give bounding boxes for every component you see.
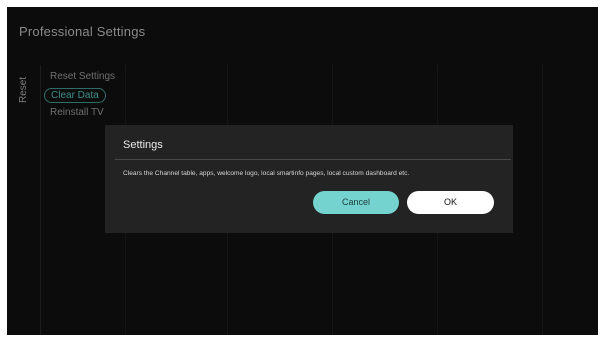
menu-item-label: Reinstall TV — [50, 107, 104, 118]
cancel-button[interactable]: Cancel — [313, 191, 399, 214]
page-title: Professional Settings — [19, 24, 146, 39]
side-divider — [40, 65, 41, 335]
background-grid-line — [542, 65, 543, 335]
ok-button[interactable]: OK — [407, 191, 494, 214]
dialog-title: Settings — [123, 139, 163, 151]
side-tab-label: Reset — [18, 76, 29, 103]
menu-item-reset-settings[interactable]: Reset Settings — [44, 68, 164, 85]
settings-menu: Reset Settings Clear Data Reinstall TV — [44, 68, 164, 121]
tv-screen: Professional Settings Reset Reset Settin… — [7, 7, 598, 335]
menu-item-clear-data[interactable]: Clear Data — [44, 85, 164, 104]
menu-item-reinstall-tv[interactable]: Reinstall TV — [44, 104, 164, 121]
menu-item-label: Clear Data — [44, 88, 106, 103]
dialog-message: Clears the Channel table, apps, welcome … — [123, 170, 410, 177]
menu-item-label: Reset Settings — [50, 71, 116, 82]
side-tab-reset[interactable]: Reset — [10, 69, 38, 105]
settings-dialog: Settings Clears the Channel table, apps,… — [105, 125, 513, 233]
dialog-divider — [115, 159, 511, 160]
